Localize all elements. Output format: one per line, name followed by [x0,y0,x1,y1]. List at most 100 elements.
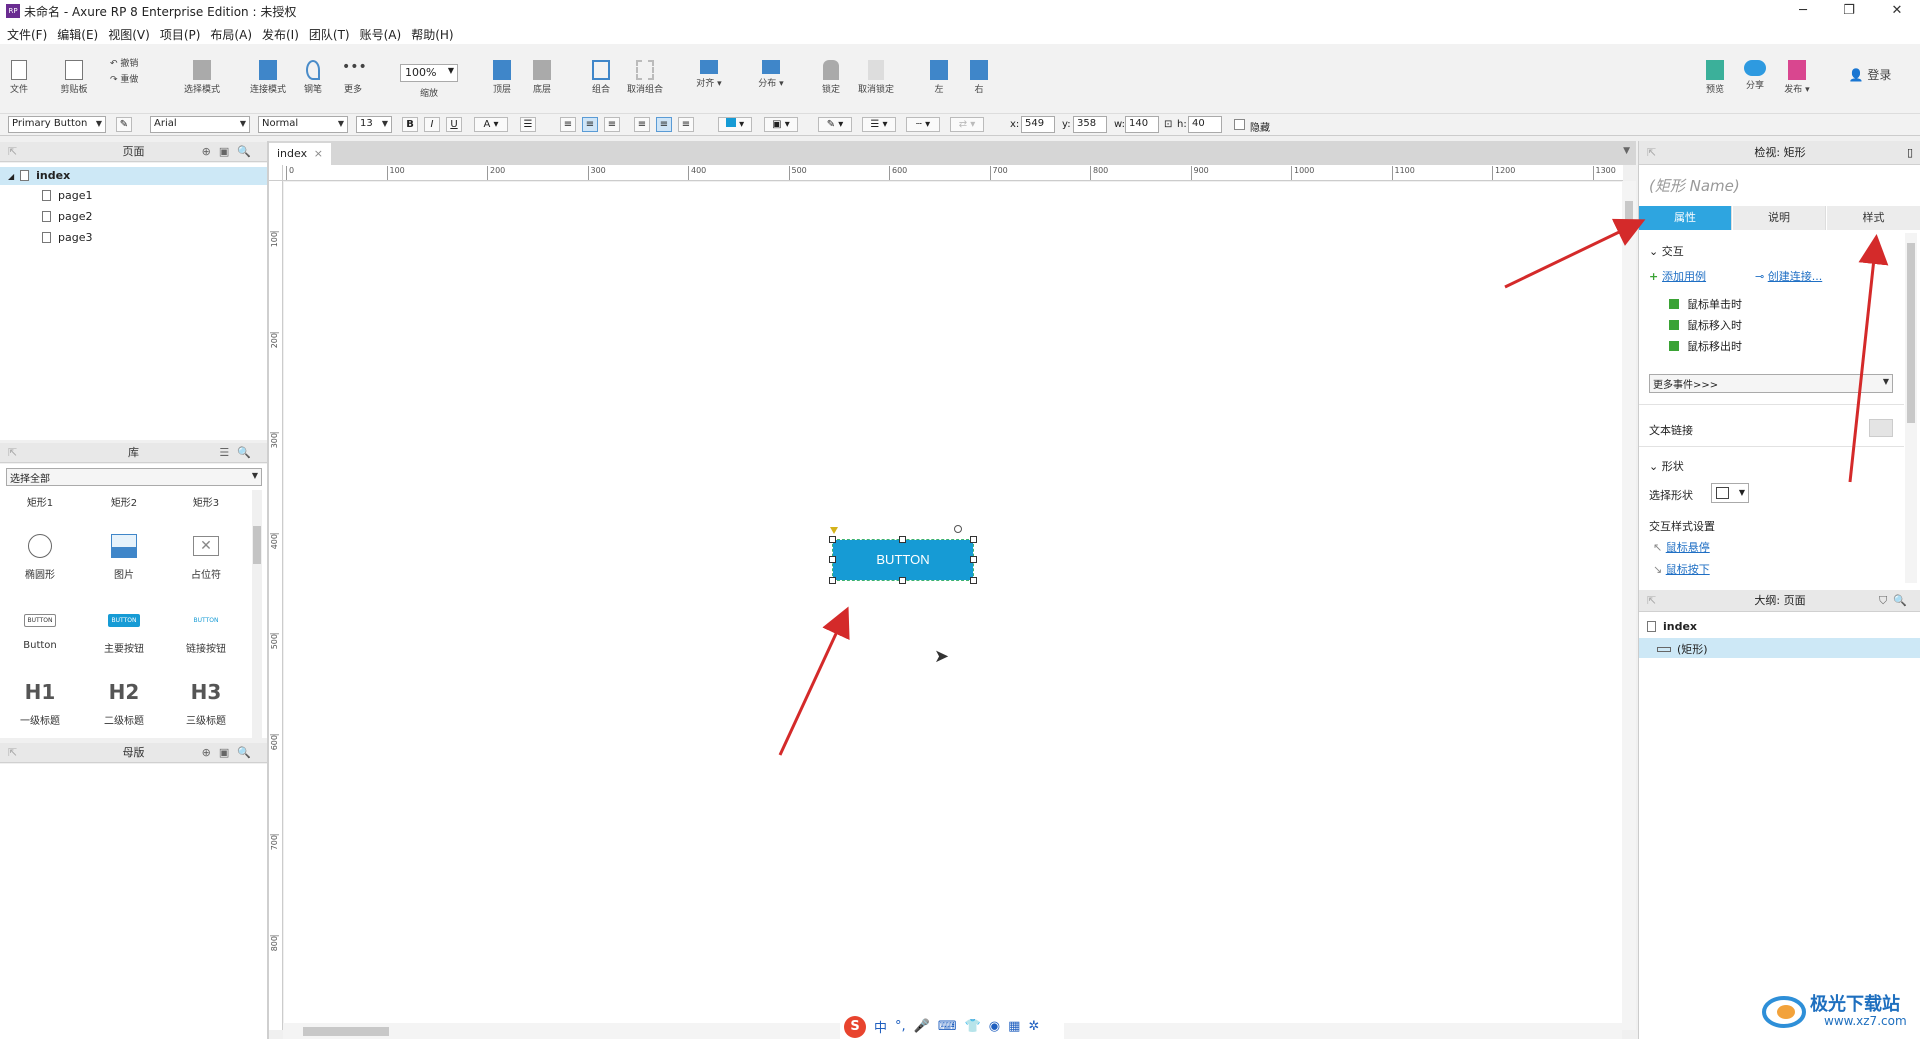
hide-checkbox[interactable] [1234,119,1245,130]
tab-index[interactable]: index × [269,143,331,165]
menu-publish[interactable]: 发布(I) [257,23,304,46]
select-mode-button[interactable]: 选择模式 [178,60,226,95]
ime-settings-icon[interactable]: ✲ [1028,1019,1039,1034]
resize-handle-se[interactable] [970,577,977,584]
resize-handle-s[interactable] [899,577,906,584]
line-color-button[interactable]: ✎ ▾ [818,117,852,132]
pen-tool-button[interactable]: 钢笔 [300,60,326,95]
pin-icon[interactable]: ⇱ [8,743,17,763]
lib-h3[interactable]: H3 三级标题 [166,678,246,727]
select-shape-dropdown[interactable]: ▼ [1711,483,1749,503]
group-button[interactable]: 组合 [588,60,614,95]
font-style-select[interactable]: Normal ▼ [258,116,348,133]
pin-icon[interactable]: ⇱ [1647,141,1656,165]
login-button[interactable]: 👤 登录 [1842,66,1898,83]
mouse-hover-link[interactable]: ↖ 鼠标悬停 [1653,539,1710,555]
align-left-panel-button[interactable]: 左 [928,60,950,95]
lib-ellipse[interactable]: 椭圆形 [0,532,80,581]
pin-icon[interactable]: ⇱ [1647,590,1656,612]
line-pattern-button[interactable]: ┄ ▾ [906,117,940,132]
search-icon[interactable]: 🔍 [237,145,259,158]
primary-button-widget[interactable]: BUTTON [832,539,974,581]
resize-handle-n[interactable] [899,536,906,543]
lib-image[interactable]: 图片 [84,532,164,581]
menu-arrange[interactable]: 布局(A) [205,23,257,46]
ime-apps-icon[interactable]: ▦ [1008,1019,1020,1034]
lib-placeholder[interactable]: ✕ 占位符 [166,532,246,581]
page-item-page1[interactable]: page1 [42,189,92,202]
fill-color-button[interactable]: ▾ [718,117,752,132]
widget-style-select[interactable]: Primary Button ▼ [8,116,106,133]
font-family-select[interactable]: Arial ▼ [150,116,250,133]
valign-bottom-icon[interactable]: ≡ [678,117,694,132]
more-tools-button[interactable]: ••• 更多 [338,60,368,95]
search-icon[interactable]: 🔍 [1893,594,1913,607]
lib-primary-button[interactable]: BUTTON 主要按钮 [84,606,164,655]
unlock-button[interactable]: 取消锁定 [856,60,896,95]
valign-top-icon[interactable]: ≡ [634,117,650,132]
file-button[interactable]: 文件 [6,60,32,95]
menu-account[interactable]: 账号(A) [355,23,407,46]
rotate-handle-icon[interactable] [954,525,962,533]
add-case-link[interactable]: + 添加用例 [1649,268,1706,284]
menu-file[interactable]: 文件(F) [2,23,52,46]
library-scrollbar[interactable] [252,490,262,738]
align-left-icon[interactable]: ≡ [560,117,576,132]
send-to-back-button[interactable]: 底层 [528,60,556,95]
ime-punctuation-icon[interactable]: °, [895,1019,906,1034]
font-size-select[interactable]: 13 ▼ [356,116,392,133]
bring-to-front-button[interactable]: 顶层 [488,60,516,95]
lib-h1[interactable]: H1 一级标题 [0,678,80,727]
menu-edit[interactable]: 编辑(E) [52,23,103,46]
collapse-icon[interactable]: ◢ [8,172,14,181]
event-onmouseenter[interactable]: 鼠标移入时 [1669,317,1742,333]
canvas-vertical-scrollbar[interactable] [1622,181,1636,1030]
align-button[interactable]: 对齐 ▾ [694,60,724,89]
undo-button[interactable]: ↶ 撤销 [110,56,150,69]
lib-button[interactable]: BUTTON Button [0,606,80,651]
keyboard-icon[interactable]: ⌨ [938,1019,957,1034]
inspector-scrollbar[interactable] [1905,233,1917,583]
minimize-button[interactable]: ─ [1788,2,1818,20]
line-width-button[interactable]: ☰ ▾ [862,117,896,132]
lib-rect3[interactable]: 矩形3 [166,494,246,509]
add-folder-icon[interactable]: ▣ [219,746,237,759]
ungroup-button[interactable]: 取消组合 [622,60,668,95]
pin-icon[interactable]: ⇱ [8,142,17,162]
w-input[interactable]: 140 [1125,116,1159,133]
search-icon[interactable]: 🔍 [237,746,259,759]
menu-project[interactable]: 项目(P) [155,23,206,46]
share-button[interactable]: 分享 [1742,60,1768,91]
widget-name-input[interactable]: (矩形 Name) [1649,175,1740,196]
sogou-icon[interactable]: S [844,1015,866,1038]
skin-icon[interactable]: 👕 [965,1019,981,1034]
filter-icon[interactable]: ⛉ [1879,594,1893,607]
shape-section-header[interactable]: ⌄ 形状 [1649,458,1684,474]
event-onmouseout[interactable]: 鼠标移出时 [1669,338,1742,354]
lock-ratio-icon[interactable]: ⊡ [1164,119,1172,130]
lib-rect2[interactable]: 矩形2 [84,494,164,509]
lock-button[interactable]: 锁定 [818,60,844,95]
lib-h2[interactable]: H2 二级标题 [84,678,164,727]
mouse-down-link[interactable]: ↘ 鼠标按下 [1653,561,1710,577]
redo-button[interactable]: ↷ 重做 [110,72,150,85]
event-onclick[interactable]: 鼠标单击时 [1669,296,1742,312]
corner-radius-handle-icon[interactable] [830,527,838,534]
ime-toolbox-icon[interactable]: ◉ [989,1019,1000,1034]
align-center-icon[interactable]: ≡ [582,117,598,132]
design-canvas[interactable]: BUTTON ➤ [284,182,1622,1028]
outline-root-index[interactable]: index [1647,620,1697,633]
align-right-icon[interactable]: ≡ [604,117,620,132]
page-item-page2[interactable]: page2 [42,210,92,223]
resize-handle-w[interactable] [829,556,836,563]
search-icon[interactable]: 🔍 [237,446,259,459]
tab-list-chevron-icon[interactable]: ▼ [1623,146,1630,156]
close-tab-icon[interactable]: × [314,147,323,160]
close-button[interactable]: ✕ [1882,2,1912,20]
add-folder-icon[interactable]: ▣ [219,145,237,158]
preview-button[interactable]: 预览 [1702,60,1728,95]
style-editor-icon[interactable]: ✎ [116,117,132,132]
x-input[interactable]: 549 [1021,116,1055,133]
valign-middle-icon[interactable]: ≡ [656,117,672,132]
more-events-select[interactable]: 更多事件>>> ▼ [1649,374,1893,393]
